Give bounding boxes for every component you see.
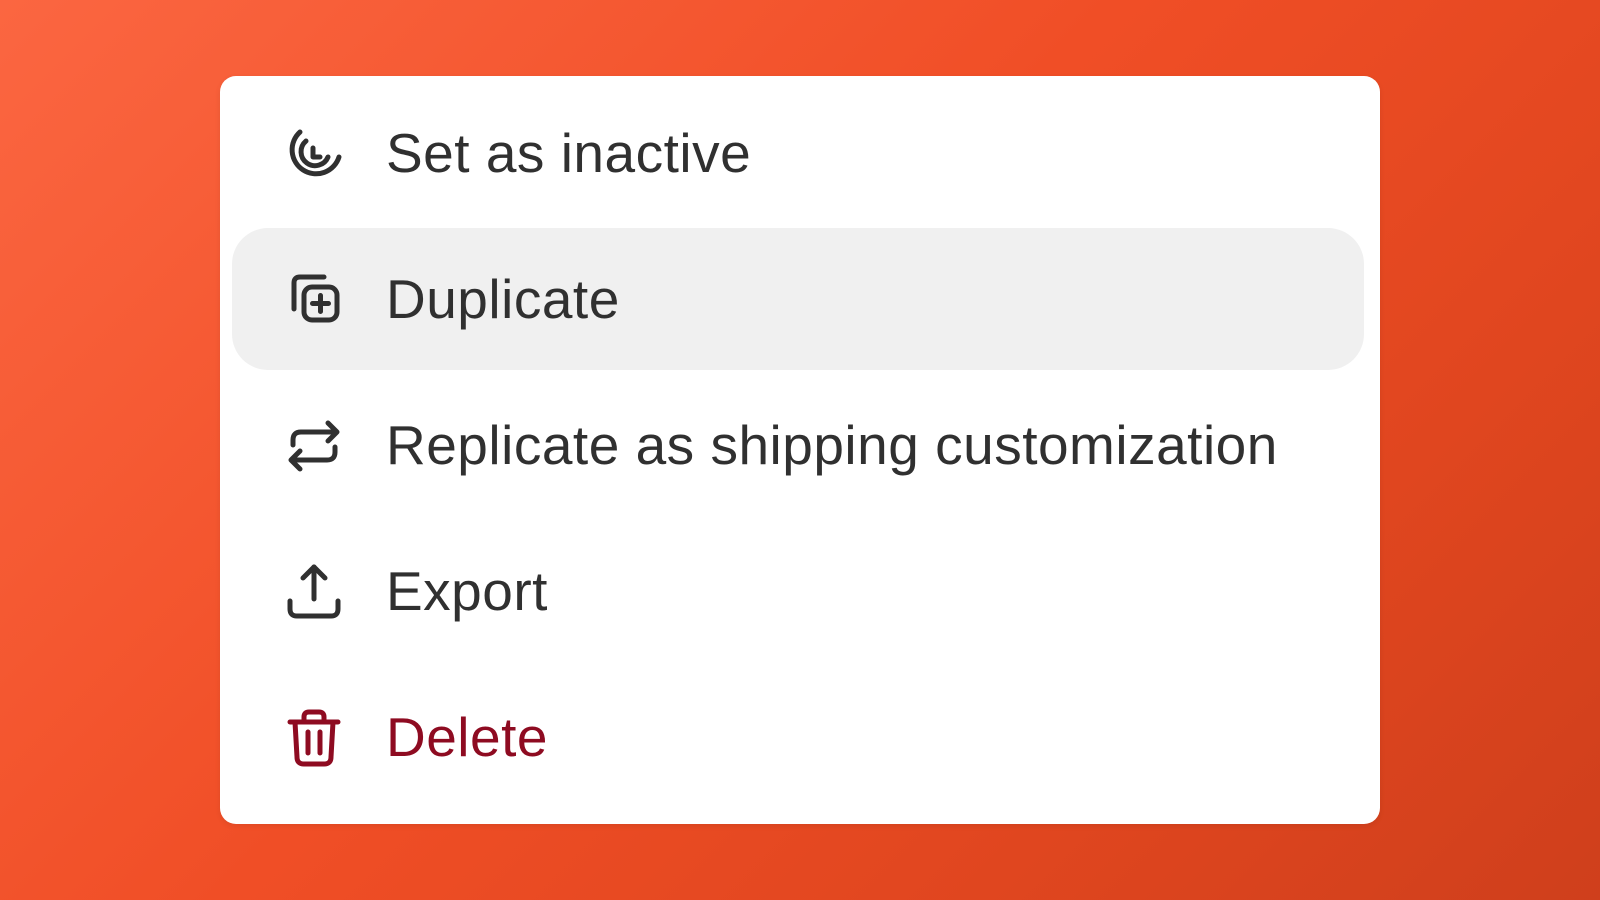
inactive-icon (282, 121, 346, 185)
menu-item-label: Set as inactive (386, 122, 752, 184)
menu-item-label: Replicate as shipping customization (386, 414, 1278, 476)
menu-item-label: Export (386, 560, 548, 622)
menu-item-label: Duplicate (386, 268, 620, 330)
actions-menu: Set as inactive Duplicate Replicate as s… (220, 76, 1380, 824)
menu-item-duplicate[interactable]: Duplicate (232, 228, 1364, 370)
export-icon (282, 559, 346, 623)
menu-item-replicate-as-shipping-customization[interactable]: Replicate as shipping customization (232, 374, 1364, 516)
menu-item-delete[interactable]: Delete (232, 666, 1364, 808)
trash-icon (282, 705, 346, 769)
replicate-icon (282, 413, 346, 477)
menu-item-label: Delete (386, 706, 548, 768)
menu-item-export[interactable]: Export (232, 520, 1364, 662)
menu-item-set-as-inactive[interactable]: Set as inactive (232, 82, 1364, 224)
duplicate-icon (282, 267, 346, 331)
